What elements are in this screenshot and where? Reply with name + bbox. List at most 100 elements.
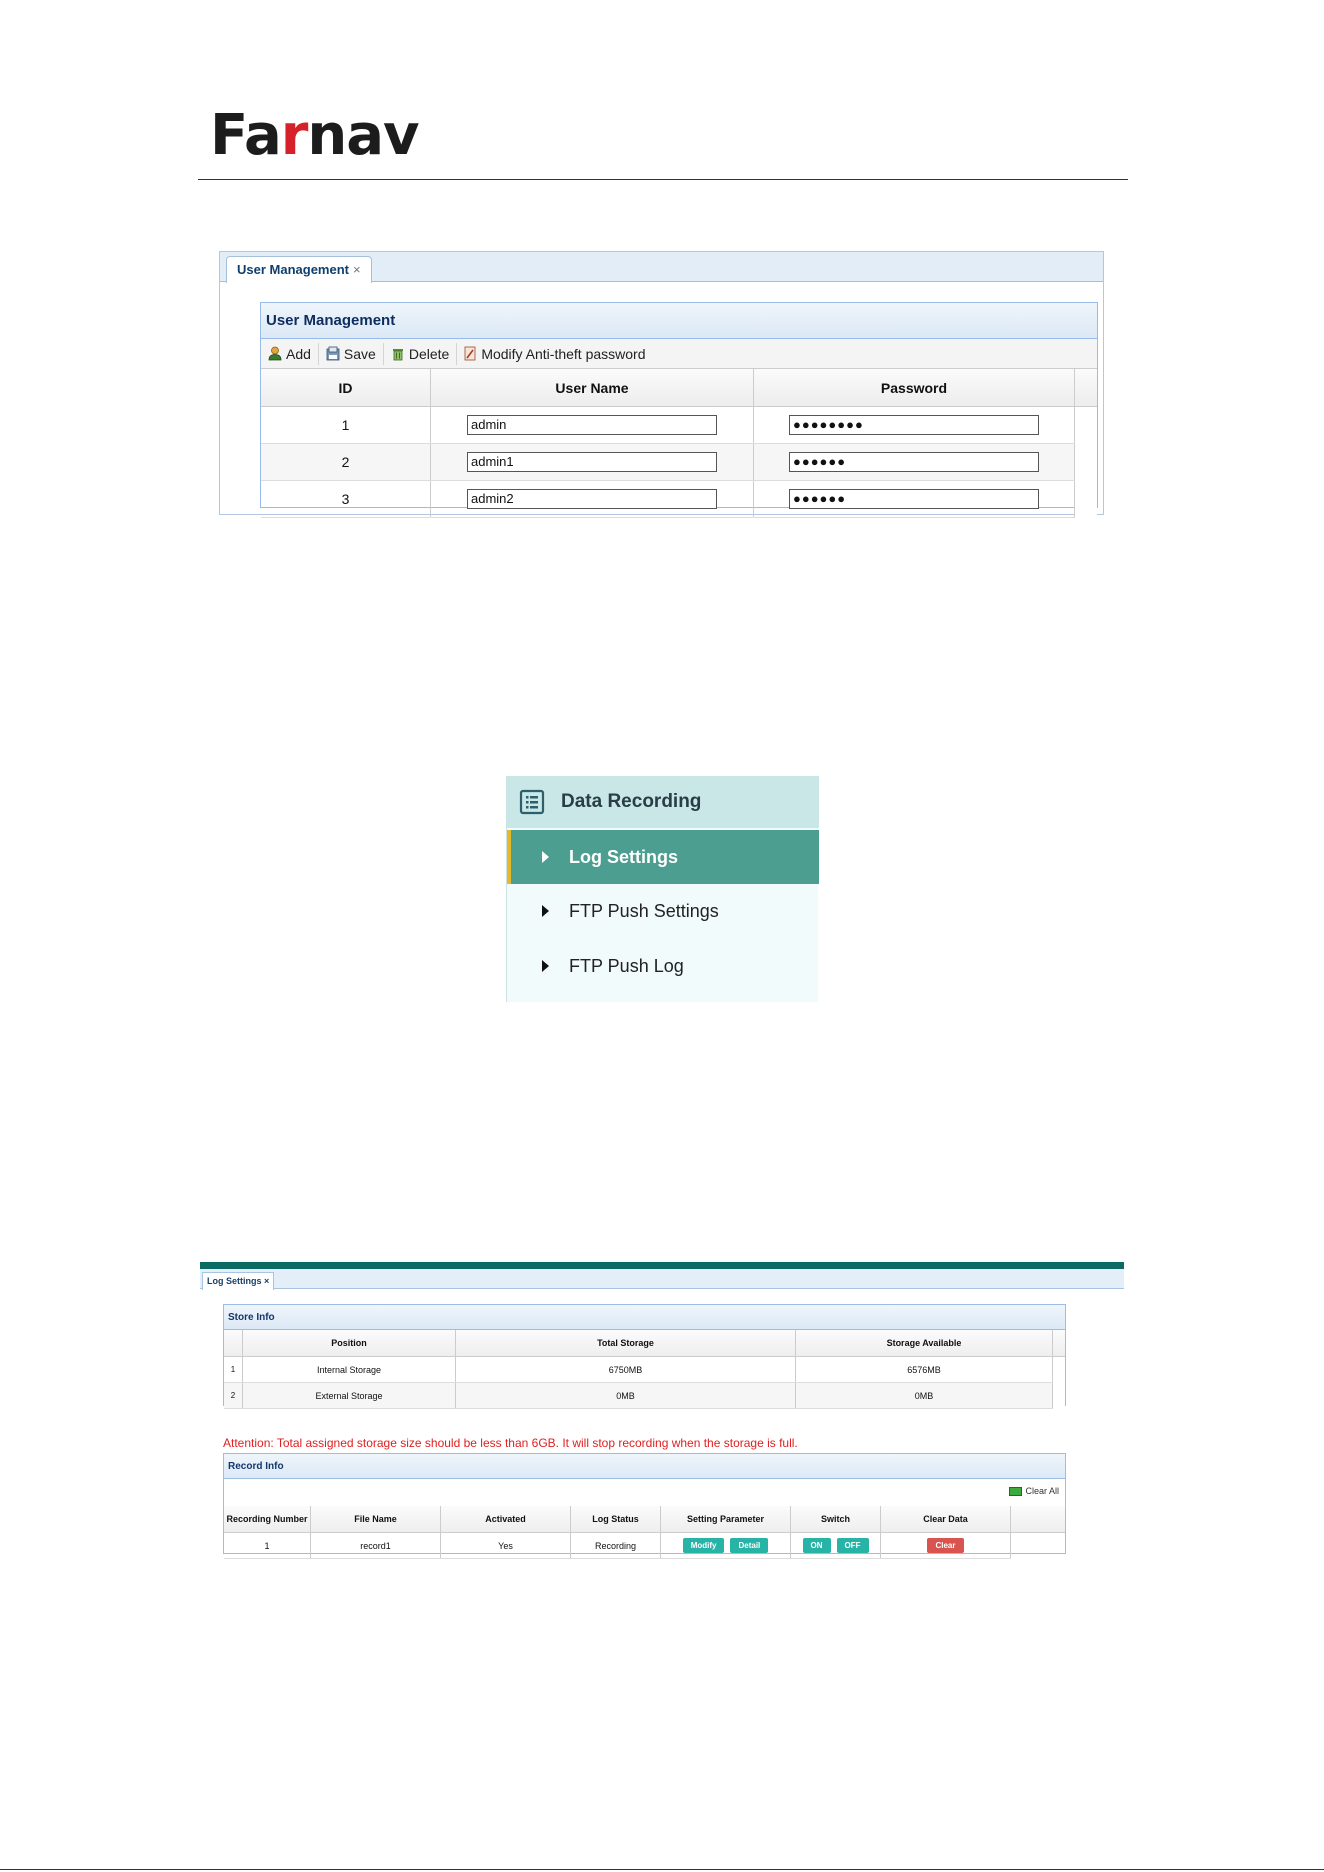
column-spacer [1010,1506,1065,1533]
column-spacer [1074,369,1097,407]
column-file-name: File Name [310,1506,441,1533]
password-cell: ●●●●●● [753,480,1075,518]
tab-label: User Management [237,262,349,277]
toolbar: Add Save Delete Modify Anti-theft passwo… [261,339,1097,369]
footer-divider [0,1869,1324,1870]
column-setting-parameter: Setting Parameter [660,1506,791,1533]
password-input[interactable]: ●●●●●● [789,489,1039,509]
app-top-bar [200,1262,1124,1269]
column-switch: Switch [790,1506,881,1533]
caret-right-icon [542,905,549,917]
column-password: Password [753,369,1075,407]
password-input[interactable]: ●●●●●●●● [789,415,1039,435]
clear-data-cell: Clear [880,1532,1011,1559]
on-button[interactable]: ON [802,1538,831,1553]
table-row: 3 admin2 ●●●●●● [261,480,1097,518]
clear-all-button[interactable]: Clear All [1009,1486,1059,1496]
store-info-title: Store Info [224,1305,1065,1330]
log-settings-screenshot: Log Settings × Store Info Position Total… [200,1262,1124,1560]
record-info-title: Record Info [224,1454,1065,1479]
row-spacer [1074,443,1097,481]
save-button[interactable]: Save [319,342,384,365]
row-spacer [1011,1533,1066,1559]
username-cell: admin2 [430,480,754,518]
document-edit-icon [464,346,476,361]
menu-header-label: Data Recording [561,791,702,812]
column-activated: Activated [440,1506,571,1533]
store-info-panel: Store Info Position Total Storage Storag… [223,1304,1066,1409]
tab-log-settings[interactable]: Log Settings × [202,1272,275,1290]
column-position: Position [242,1330,456,1357]
position-cell: Internal Storage [242,1356,456,1383]
log-status-cell: Recording [570,1532,661,1559]
row-spacer [1074,406,1097,444]
storage-available-cell: 6576MB [795,1356,1053,1383]
row-spacer [1052,1382,1065,1409]
panel-title: User Management [261,303,1097,339]
store-info-table: Position Total Storage Storage Available… [224,1330,1065,1409]
nav-item-ftp-push-log[interactable]: FTP Push Log [507,939,819,993]
modify-anti-theft-password-button[interactable]: Modify Anti-theft password [457,343,652,365]
data-recording-menu: Data Recording Log Settings FTP Push Set… [506,776,819,1002]
activated-cell: Yes [440,1532,571,1559]
attention-warning: Attention: Total assigned storage size s… [223,1436,798,1450]
tab-user-management[interactable]: User Management × [226,256,372,283]
username-cell: admin [430,406,754,444]
close-icon[interactable]: × [353,262,361,277]
tab-strip: Log Settings × [200,1269,1124,1290]
column-total-storage: Total Storage [455,1330,796,1357]
close-icon[interactable]: × [264,1276,269,1286]
modify-button[interactable]: Modify [682,1538,725,1553]
clear-button[interactable]: Clear [927,1538,964,1553]
column-storage-available: Storage Available [795,1330,1053,1357]
tab-label: Log Settings [207,1276,262,1286]
storage-available-cell: 0MB [795,1382,1053,1409]
row-id: 2 [261,443,431,481]
row-number: 2 [224,1382,243,1409]
off-button[interactable]: OFF [836,1538,869,1553]
detail-button[interactable]: Detail [730,1538,769,1553]
menu-header[interactable]: Data Recording [507,776,819,828]
table-header-row: ID User Name Password [261,369,1097,407]
delete-button[interactable]: Delete [384,342,458,365]
row-id: 3 [261,480,431,518]
nav-item-label: FTP Push Settings [569,900,719,921]
column-username: User Name [430,369,754,407]
trash-icon [392,349,403,361]
username-input[interactable]: admin [467,415,717,435]
password-input[interactable]: ●●●●●● [789,452,1039,472]
row-spacer [1074,480,1097,518]
user-add-icon [268,346,282,361]
table-header-row: Recording Number File Name Activated Log… [224,1506,1065,1533]
user-management-panel: User Management Add Save Delete Modify A… [260,302,1098,518]
nav-item-label: Log Settings [569,846,678,867]
users-table: ID User Name Password 1 admin ●●●●●●●● 2… [261,369,1097,518]
table-row: 1 Internal Storage 6750MB 6576MB [224,1356,1066,1383]
recording-number-cell: 1 [224,1532,311,1559]
column-rownum [224,1330,243,1357]
total-storage-cell: 0MB [455,1382,796,1409]
nav-item-log-settings[interactable]: Log Settings [507,830,819,884]
switch-cell: ON OFF [790,1532,881,1559]
table-row: 2 admin1 ●●●●●● [261,443,1097,481]
column-recording-number: Recording Number [224,1506,311,1533]
username-input[interactable]: admin2 [467,489,717,509]
file-name-cell: record1 [310,1532,441,1559]
column-spacer [1052,1330,1065,1357]
tab-strip: User Management × [220,252,1103,283]
header-divider [198,179,1128,180]
record-info-table: Recording Number File Name Activated Log… [224,1506,1065,1559]
add-button[interactable]: Add [261,342,319,365]
column-clear-data: Clear Data [880,1506,1011,1533]
save-icon [326,346,340,361]
table-header-row: Position Total Storage Storage Available [224,1330,1065,1357]
username-input[interactable]: admin1 [467,452,717,472]
password-cell: ●●●●●●●● [753,406,1075,444]
table-row: 1 admin ●●●●●●●● [261,406,1097,444]
nav-item-ftp-push-settings[interactable]: FTP Push Settings [507,884,819,938]
row-spacer [1053,1357,1066,1383]
list-icon [519,789,545,815]
clear-all-icon [1009,1486,1023,1496]
username-cell: admin1 [430,443,754,481]
table-row: 1 record1 Yes Recording Modify Detail ON O… [224,1532,1066,1559]
